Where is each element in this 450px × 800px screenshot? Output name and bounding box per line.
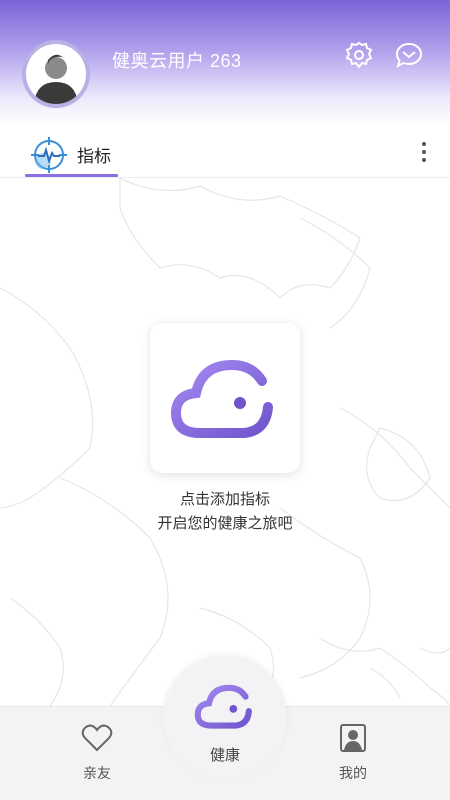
nav-health-button[interactable]: 健康: [163, 656, 287, 780]
nav-friends-label: 亲友: [83, 765, 111, 781]
gear-icon[interactable]: [344, 40, 374, 70]
nav-mine-label: 我的: [339, 765, 367, 781]
heart-icon: [81, 724, 113, 752]
avatar[interactable]: [22, 40, 90, 108]
profile-card-icon: [340, 724, 366, 752]
tab-bar: 指标: [0, 126, 450, 178]
username: 健奥云用户 263: [112, 51, 242, 71]
tab-active-underline: [25, 174, 118, 177]
tab-indicators[interactable]: 指标: [77, 142, 111, 167]
empty-state-title: 点击添加指标: [179, 491, 270, 508]
nav-health-label: 健康: [209, 747, 240, 764]
add-indicator-card[interactable]: [150, 323, 300, 473]
more-vertical-icon[interactable]: [414, 138, 434, 168]
profile-header: 健奥云用户 263: [0, 0, 450, 125]
message-icon[interactable]: [394, 40, 424, 70]
cloud-logo-icon: [194, 684, 252, 729]
empty-state-subtitle: 开启您的健康之旅吧: [157, 515, 293, 532]
nav-mine[interactable]: 我的: [313, 723, 393, 783]
user-avatar-icon: [34, 54, 78, 104]
cloud-logo-icon: [170, 359, 273, 438]
radar-pulse-icon: [31, 137, 67, 173]
nav-friends[interactable]: 亲友: [57, 723, 137, 783]
